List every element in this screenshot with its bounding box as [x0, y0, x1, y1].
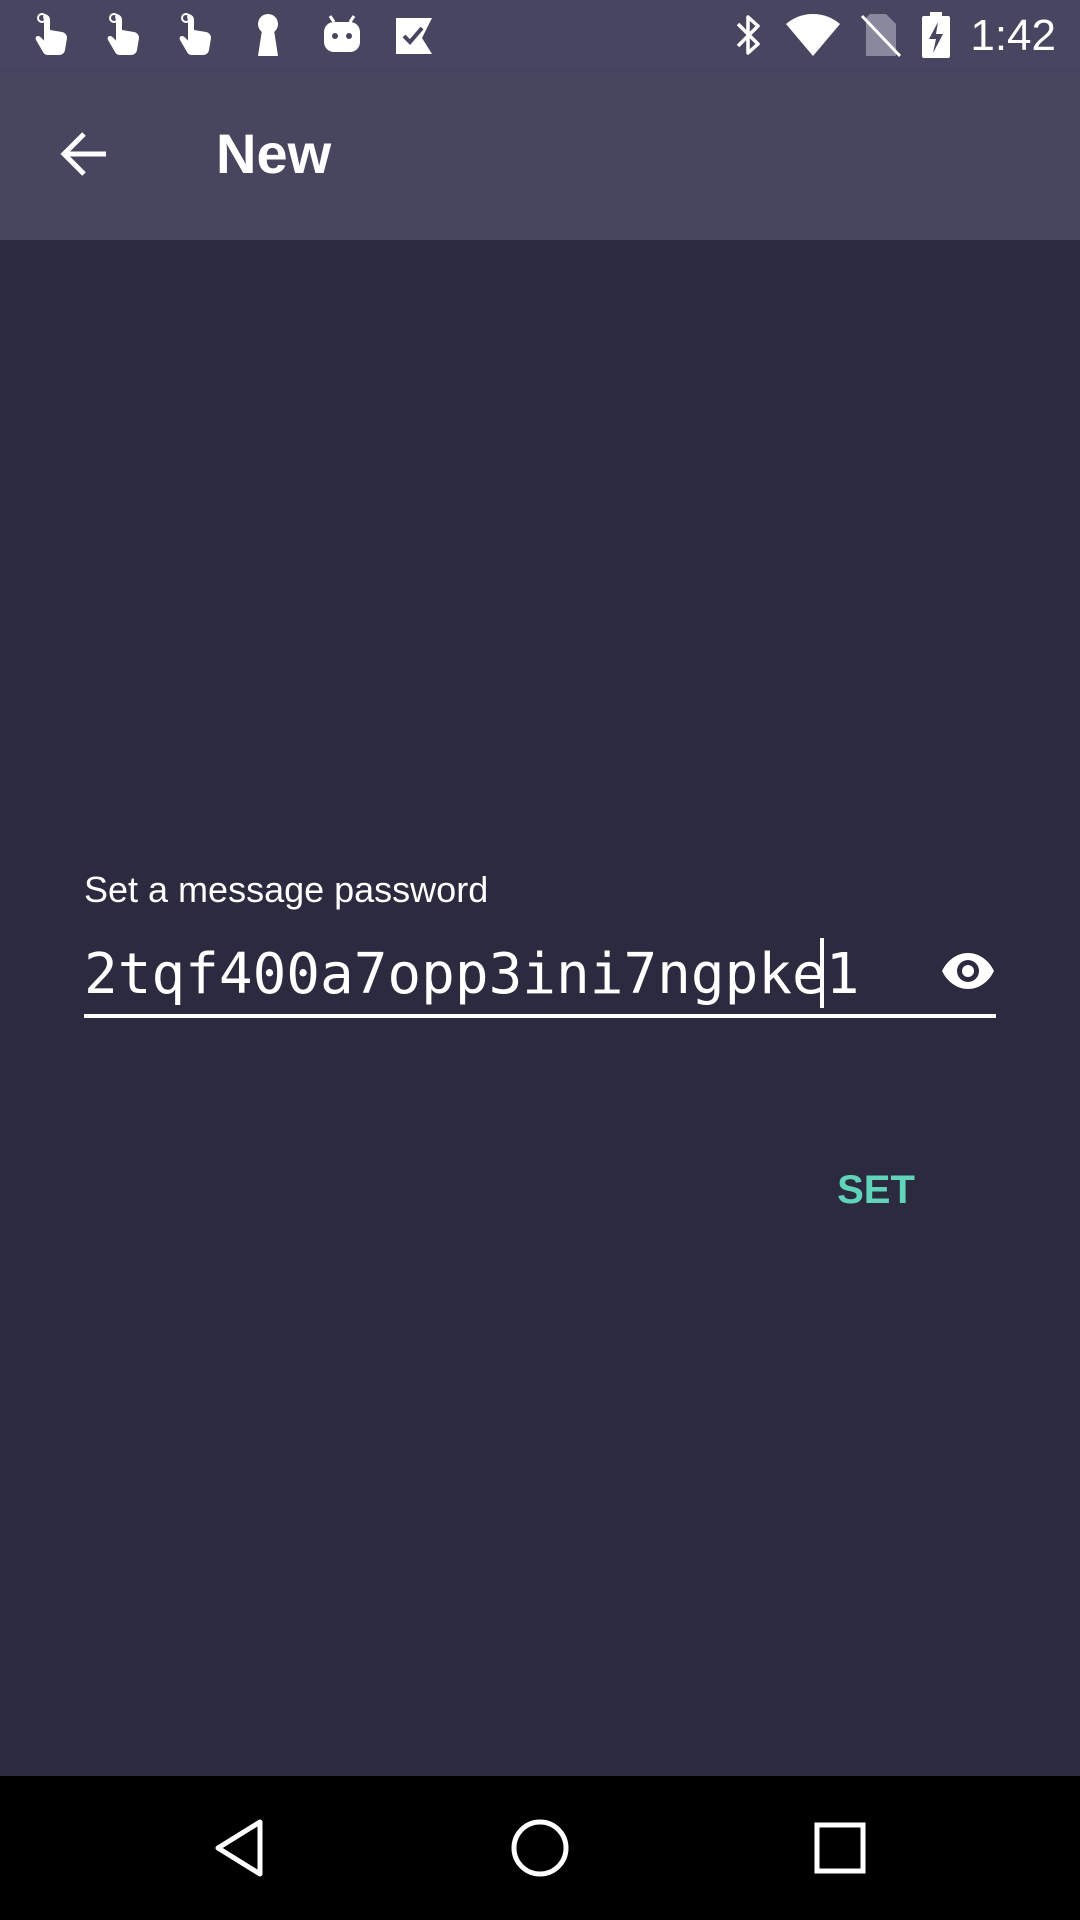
battery-charging-icon — [914, 10, 958, 60]
arrow-left-icon — [60, 132, 106, 176]
status-bar: 1:42 — [0, 0, 1080, 72]
android-icon — [318, 10, 366, 60]
password-field-label: Set a message password — [84, 869, 489, 910]
touch-icon — [172, 10, 220, 60]
check-badge-icon — [390, 10, 438, 60]
password-field-underline — [84, 1014, 996, 1018]
nav-back-button[interactable] — [200, 1808, 280, 1888]
nav-recents-button[interactable] — [800, 1808, 880, 1888]
bluetooth-icon — [724, 10, 772, 60]
recents-square-icon — [814, 1822, 866, 1874]
password-input[interactable] — [84, 936, 904, 1012]
keyhole-icon — [244, 10, 292, 60]
wifi-icon — [784, 10, 842, 60]
set-button[interactable]: SET — [820, 1160, 932, 1220]
page-title: New — [216, 122, 332, 185]
app-bar: New — [0, 72, 1080, 240]
navigation-bar — [0, 1776, 1080, 1920]
eye-icon — [942, 953, 994, 989]
touch-icon — [28, 10, 76, 60]
back-button[interactable] — [42, 112, 126, 196]
nav-home-button[interactable] — [500, 1808, 580, 1888]
toggle-visibility-button[interactable] — [938, 946, 998, 996]
status-clock: 1:42 — [970, 11, 1056, 60]
home-circle-icon — [511, 1819, 569, 1877]
text-cursor — [820, 938, 824, 1008]
back-triangle-icon — [215, 1819, 263, 1877]
touch-icon — [100, 10, 148, 60]
no-sim-icon — [856, 10, 904, 60]
